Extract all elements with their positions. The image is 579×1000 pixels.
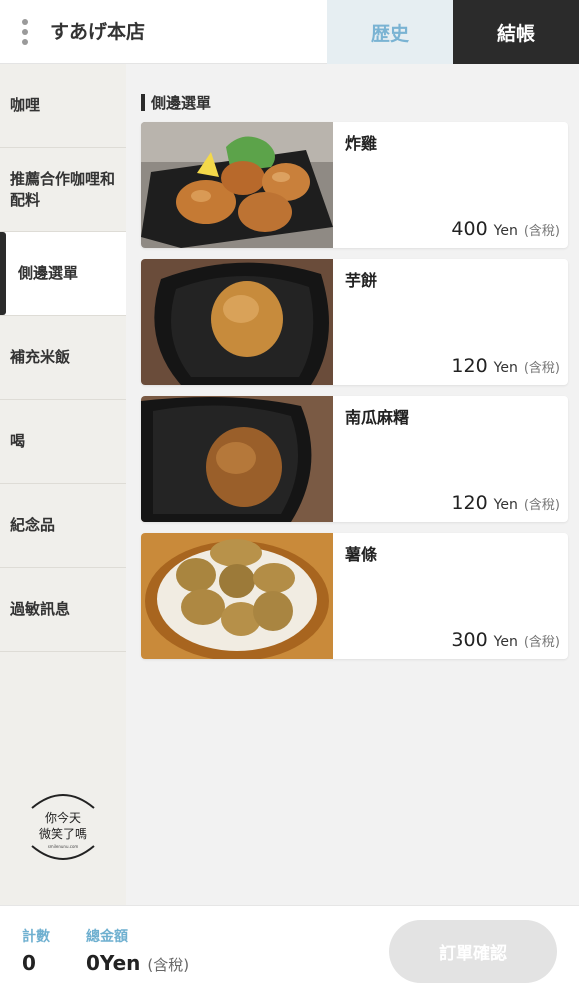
sidebar-item-label: 過敏訊息 (10, 600, 71, 618)
history-button[interactable]: 歴史 (327, 0, 453, 64)
menu-item-card[interactable]: 薯條 300 Yen (含稅) (141, 533, 568, 659)
watermark-logo: 你今天 微笑了嗎 smilenunu.com (31, 794, 95, 860)
sidebar-item-souvenirs[interactable]: 紀念品 (0, 484, 126, 568)
price-amount: 120 (451, 355, 488, 377)
item-price: 120 Yen (含稅) (451, 355, 560, 377)
svg-text:你今天: 你今天 (45, 810, 81, 825)
sidebar-item-label: 喝 (10, 432, 26, 450)
price-tax-note: (含稅) (523, 498, 560, 513)
sidebar-item-curry[interactable]: 咖哩 (0, 64, 126, 148)
section-title: 側邊選單 (141, 92, 211, 112)
checkout-button[interactable]: 結帳 (453, 0, 579, 64)
order-summary-bar: 計數 0 總金額 0Yen (含稅) 訂單確認 (0, 905, 579, 1000)
sidebar-item-label: 補充米飯 (10, 348, 71, 366)
menu-item-card[interactable]: 炸雞 400 Yen (含稅) (141, 122, 568, 248)
sidebar-item-label: 推薦合作咖哩和配料 (10, 169, 116, 209)
fried-chicken-photo (141, 122, 333, 248)
category-sidebar: 咖哩 推薦合作咖哩和配料 側邊選單 補充米飯 喝 紀念品 過敏訊息 你今天 微笑… (0, 64, 126, 905)
item-name: 芋餅 (345, 271, 378, 290)
store-name: すあげ本店 (50, 21, 146, 43)
more-menu-icon[interactable] (0, 0, 50, 64)
menu-list: 側邊選單 炸雞 400 Yen (含稅) 芋餅 120 Yen (含稅) 南瓜麻… (126, 64, 579, 905)
item-name: 薯條 (345, 545, 378, 564)
item-name: 南瓜麻糬 (345, 408, 410, 427)
price-tax-note: (含稅) (523, 224, 560, 239)
sidebar-item-extra-rice[interactable]: 補充米飯 (0, 316, 126, 400)
price-currency: Yen (493, 497, 518, 513)
price-currency: Yen (493, 360, 518, 376)
sidebar-item-allergy[interactable]: 過敏訊息 (0, 568, 126, 652)
menu-item-card[interactable]: 南瓜麻糬 120 Yen (含稅) (141, 396, 568, 522)
menu-item-card[interactable]: 芋餅 120 Yen (含稅) (141, 259, 568, 385)
sidebar-item-side-menu[interactable]: 側邊選單 (0, 232, 126, 316)
total-label: 總金額 (86, 929, 128, 945)
total-tax-note: (含稅) (147, 956, 190, 974)
taro-cake-photo (141, 259, 333, 385)
potatoes-photo (141, 533, 333, 659)
price-amount: 300 (451, 629, 488, 651)
pumpkin-mochi-photo (141, 396, 333, 522)
count-value: 0 (22, 951, 36, 975)
item-price: 300 Yen (含稅) (451, 629, 560, 651)
sidebar-item-label: 紀念品 (10, 516, 56, 534)
total-value: 0Yen (86, 951, 141, 975)
count-label: 計數 (22, 929, 50, 945)
price-amount: 400 (451, 218, 488, 240)
item-price: 400 Yen (含稅) (451, 218, 560, 240)
sidebar-item-recommended[interactable]: 推薦合作咖哩和配料 (0, 148, 126, 232)
price-tax-note: (含稅) (523, 635, 560, 650)
sidebar-item-drinks[interactable]: 喝 (0, 400, 126, 484)
item-name: 炸雞 (345, 134, 378, 153)
sidebar-item-label: 側邊選單 (18, 264, 79, 282)
price-amount: 120 (451, 492, 488, 514)
item-price: 120 Yen (含稅) (451, 492, 560, 514)
confirm-order-button[interactable]: 訂單確認 (389, 920, 557, 983)
sidebar-item-label: 咖哩 (10, 96, 41, 114)
price-tax-note: (含稅) (523, 361, 560, 376)
top-bar: すあげ本店 歴史 結帳 (0, 0, 579, 64)
svg-text:微笑了嗎: 微笑了嗎 (39, 826, 87, 841)
svg-text:smilenunu.com: smilenunu.com (48, 844, 79, 849)
price-currency: Yen (493, 223, 518, 239)
price-currency: Yen (493, 634, 518, 650)
total-amount: 0Yen (含稅) (86, 951, 189, 975)
